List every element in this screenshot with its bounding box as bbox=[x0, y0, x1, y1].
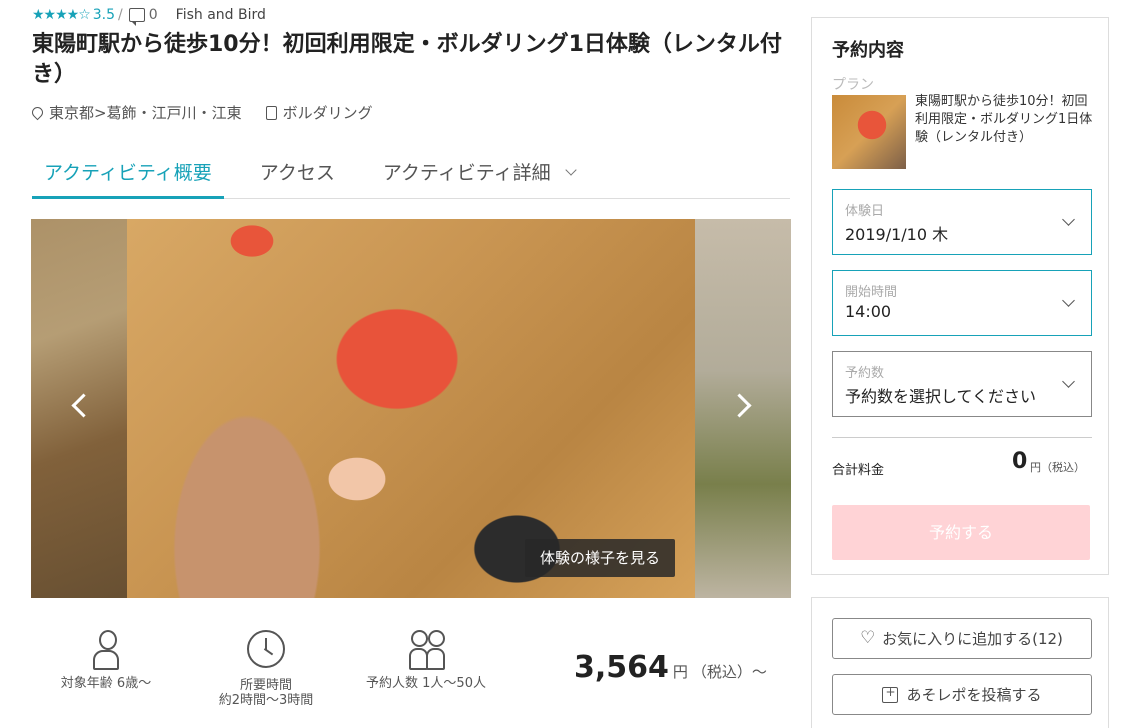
info-age: 対象年齢 6歳〜 bbox=[46, 630, 166, 691]
quantity-value: 予約数を選択してください bbox=[845, 387, 1037, 406]
area-link[interactable]: 葛飾・江戸川・江東 bbox=[107, 102, 242, 123]
date-label: 体験日 bbox=[845, 204, 885, 219]
plan-thumbnail bbox=[832, 95, 906, 169]
photo-gallery: 体験の様子を見る bbox=[31, 219, 791, 598]
location-row: 東京都 > 葛飾・江戸川・江東 ボルダリング bbox=[29, 102, 373, 123]
clock-icon bbox=[247, 630, 285, 668]
start-time-select[interactable]: 開始時間 14:00 bbox=[832, 270, 1092, 336]
plan-name: 東陽町駅から徒歩10分！初回利用限定・ボルダリング1日体験（レンタル付き） bbox=[915, 94, 1093, 145]
info-capacity: 予約人数 1人〜50人 bbox=[356, 630, 496, 691]
heart-icon bbox=[860, 628, 876, 648]
group-icon bbox=[406, 630, 446, 670]
duration-value: 約2時間〜3時間 bbox=[218, 693, 314, 708]
time-value: 14:00 bbox=[845, 302, 892, 321]
duration-label: 所要時間 bbox=[239, 678, 292, 693]
total-label: 合計料金 bbox=[832, 463, 885, 478]
tab-details-label: アクティビティ詳細 bbox=[382, 162, 551, 184]
breadcrumb-arrow: > bbox=[94, 103, 107, 122]
age-label: 対象年齢 6歳〜 bbox=[60, 676, 152, 691]
actions-panel: お気に入りに追加する(12) あそレポを投稿する bbox=[811, 597, 1109, 728]
tab-overview[interactable]: アクティビティ概要 bbox=[32, 148, 224, 199]
chevron-down-icon bbox=[1062, 294, 1075, 307]
tab-access[interactable]: アクセス bbox=[260, 148, 335, 198]
rating-row: ★★★★☆ 3.5 / 0 Fish and Bird bbox=[32, 5, 266, 26]
post-report-icon bbox=[882, 685, 899, 703]
date-select[interactable]: 体験日 2019/1/10 木 bbox=[832, 189, 1092, 255]
date-value: 2019/1/10 木 bbox=[845, 225, 949, 244]
post-report-label: あそレポを投稿する bbox=[906, 686, 1042, 704]
total-amount: 0 bbox=[1012, 449, 1028, 474]
capacity-label: 予約人数 1人〜50人 bbox=[366, 676, 486, 691]
prefecture-link[interactable]: 東京都 bbox=[49, 102, 94, 123]
activity-tabs: アクティビティ概要 アクセス アクティビティ詳細 bbox=[32, 148, 790, 199]
chevron-down-icon bbox=[564, 164, 577, 176]
tab-details[interactable]: アクティビティ詳細 bbox=[382, 148, 577, 198]
price: 3,564 円（税込）〜 bbox=[574, 650, 767, 685]
comment-icon bbox=[128, 8, 145, 26]
view-photos-button[interactable]: 体験の様子を見る bbox=[525, 539, 675, 577]
reserve-button[interactable]: 予約する bbox=[832, 505, 1090, 560]
category-link[interactable]: ボルダリング bbox=[283, 102, 373, 123]
shop-name-link[interactable]: Fish and Bird bbox=[176, 7, 266, 23]
total-unit: 円（税込） bbox=[1030, 461, 1085, 474]
person-icon bbox=[93, 630, 119, 670]
rating-score: 3.5 bbox=[92, 7, 116, 23]
booking-panel: 予約内容 プラン 東陽町駅から徒歩10分！初回利用限定・ボルダリング1日体験（レ… bbox=[811, 17, 1109, 575]
add-favorite-button[interactable]: お気に入りに追加する(12) bbox=[832, 618, 1092, 659]
price-amount: 3,564 bbox=[574, 650, 669, 685]
booking-title: 予約内容 bbox=[832, 40, 904, 61]
quantity-label: 予約数 bbox=[845, 366, 885, 381]
location-pin-icon bbox=[29, 104, 46, 121]
comment-count[interactable]: 0 bbox=[149, 7, 158, 23]
category-tag-icon bbox=[265, 105, 277, 120]
page-title: 東陽町駅から徒歩10分！初回利用限定・ボルダリング1日体験（レンタル付き） bbox=[32, 32, 782, 87]
price-unit: 円 bbox=[672, 663, 688, 681]
quantity-select[interactable]: 予約数 予約数を選択してください bbox=[832, 351, 1092, 417]
plan-label: プラン bbox=[832, 77, 874, 93]
chevron-down-icon bbox=[1062, 375, 1075, 388]
info-duration: 所要時間 約2時間〜3時間 bbox=[206, 630, 326, 708]
divider bbox=[832, 437, 1092, 438]
price-tax: （税込）〜 bbox=[691, 663, 767, 681]
time-label: 開始時間 bbox=[845, 285, 898, 300]
post-report-button[interactable]: あそレポを投稿する bbox=[832, 674, 1092, 715]
rating-separator: / bbox=[118, 7, 123, 23]
rating-stars: ★★★★☆ bbox=[32, 7, 91, 23]
chevron-down-icon bbox=[1062, 213, 1075, 226]
add-favorite-label: お気に入りに追加する(12) bbox=[882, 630, 1063, 648]
